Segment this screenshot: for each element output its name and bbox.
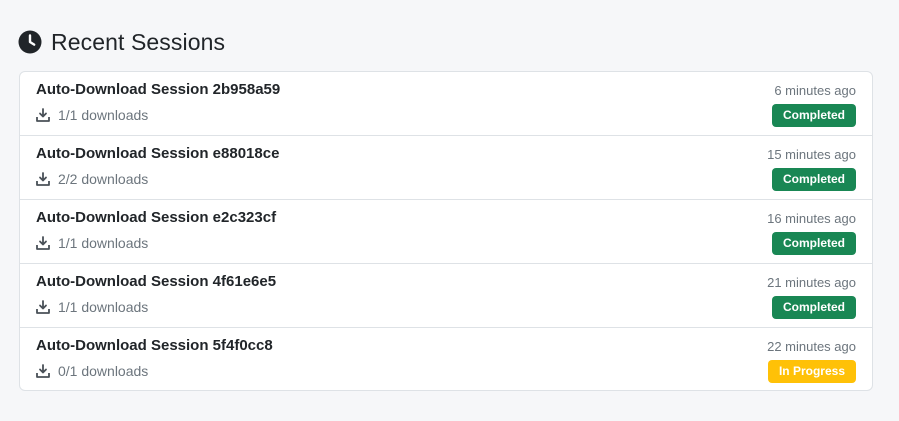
session-timestamp: 21 minutes ago bbox=[767, 275, 856, 290]
download-icon bbox=[36, 300, 50, 314]
session-timestamp: 15 minutes ago bbox=[767, 147, 856, 162]
session-title[interactable]: Auto-Download Session 4f61e6e5 bbox=[36, 273, 276, 290]
clock-icon bbox=[18, 30, 42, 54]
download-icon bbox=[36, 364, 50, 378]
session-item[interactable]: Auto-Download Session e88018ce 2/2 downl… bbox=[20, 136, 872, 200]
download-count: 2/2 downloads bbox=[58, 171, 149, 187]
session-item[interactable]: Auto-Download Session 5f4f0cc8 0/1 downl… bbox=[20, 328, 872, 390]
sessions-list: Auto-Download Session 2b958a59 1/1 downl… bbox=[19, 71, 873, 391]
session-downloads: 0/1 downloads bbox=[36, 363, 148, 379]
session-downloads: 2/2 downloads bbox=[36, 171, 148, 187]
session-title[interactable]: Auto-Download Session 5f4f0cc8 bbox=[36, 337, 273, 354]
session-item[interactable]: Auto-Download Session e2c323cf 1/1 downl… bbox=[20, 200, 872, 264]
session-timestamp: 22 minutes ago bbox=[767, 339, 856, 354]
status-badge: Completed bbox=[771, 232, 856, 255]
session-title[interactable]: Auto-Download Session e2c323cf bbox=[36, 209, 276, 226]
session-downloads: 1/1 downloads bbox=[36, 235, 148, 251]
session-downloads: 1/1 downloads bbox=[36, 299, 148, 315]
download-icon bbox=[36, 236, 50, 250]
download-icon bbox=[36, 108, 50, 122]
session-downloads: 1/1 downloads bbox=[36, 107, 148, 123]
session-title[interactable]: Auto-Download Session e88018ce bbox=[36, 145, 279, 162]
page-title: Recent Sessions bbox=[51, 28, 226, 55]
status-badge: In Progress bbox=[767, 360, 856, 383]
session-title[interactable]: Auto-Download Session 2b958a59 bbox=[36, 81, 280, 98]
download-count: 1/1 downloads bbox=[58, 235, 149, 251]
session-item[interactable]: Auto-Download Session 4f61e6e5 1/1 downl… bbox=[20, 264, 872, 328]
status-badge: Completed bbox=[771, 296, 856, 319]
status-badge: Completed bbox=[771, 104, 856, 127]
download-count: 1/1 downloads bbox=[58, 299, 149, 315]
download-icon bbox=[36, 172, 50, 186]
session-timestamp: 6 minutes ago bbox=[774, 83, 856, 98]
session-item[interactable]: Auto-Download Session 2b958a59 1/1 downl… bbox=[20, 72, 872, 136]
download-count: 0/1 downloads bbox=[58, 363, 149, 379]
download-count: 1/1 downloads bbox=[58, 107, 149, 123]
session-timestamp: 16 minutes ago bbox=[767, 211, 856, 226]
status-badge: Completed bbox=[771, 168, 856, 191]
section-header: Recent Sessions bbox=[18, 28, 225, 56]
